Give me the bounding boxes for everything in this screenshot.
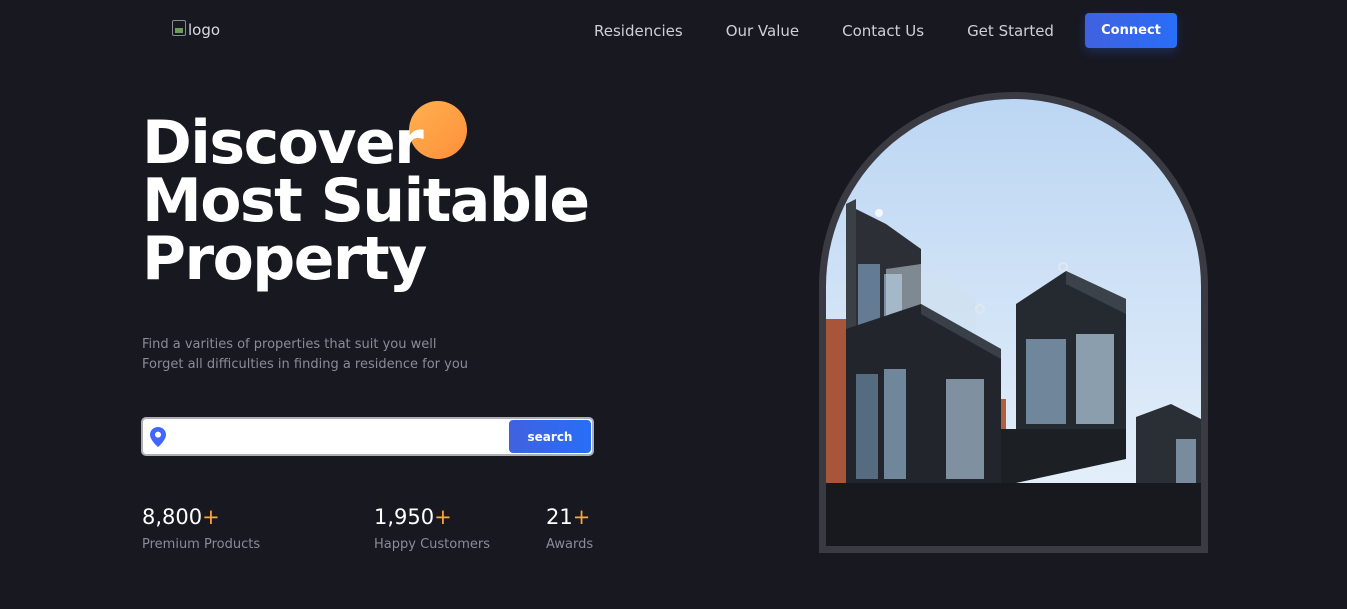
stat-awards: 21+ Awards: [546, 505, 593, 552]
hero-title-line: Most Suitable: [142, 166, 590, 236]
stat-value: 8,800: [142, 505, 203, 529]
stat-happy-customers: 1,950+ Happy Customers: [374, 505, 490, 552]
hero-title: Discover Most Suitable Property: [142, 108, 662, 294]
stat-label: Premium Products: [142, 537, 261, 552]
main-nav: Residencies Our Value Contact Us Get Sta…: [594, 13, 1097, 49]
nav-link-our-value[interactable]: Our Value: [726, 13, 799, 49]
stat-label: Awards: [546, 537, 594, 552]
building-photo: [826, 99, 1201, 546]
logo[interactable]: logo: [172, 20, 221, 39]
hero-image-frame: [819, 92, 1208, 553]
stat-label: Happy Customers: [374, 537, 490, 552]
stat-value: 1,950: [374, 505, 435, 529]
logo-alt-text: logo: [188, 21, 221, 39]
stat-plus: +: [572, 505, 591, 529]
connect-button[interactable]: Connect: [1085, 13, 1177, 48]
nav-link-residencies[interactable]: Residencies: [594, 13, 683, 49]
hero-title-line: Discover: [142, 108, 424, 178]
hero-title-line: Property: [142, 224, 427, 294]
location-pin-icon: [147, 426, 169, 448]
stat-premium-products: 8,800+ Premium Products: [142, 505, 260, 552]
broken-image-icon: [172, 20, 186, 36]
nav-link-get-started[interactable]: Get Started: [967, 13, 1054, 49]
stat-plus: +: [434, 505, 452, 529]
subtitle-line: Find a varities of properties that suit …: [142, 337, 437, 352]
search-bar: search: [141, 417, 594, 456]
stat-plus: +: [202, 505, 220, 529]
search-input[interactable]: [169, 419, 509, 454]
stat-value: 21: [546, 505, 573, 529]
hero-subtitle: Find a varities of properties that suit …: [142, 335, 468, 375]
landing-page: logo Residencies Our Value Contact Us Ge…: [0, 0, 1347, 609]
search-button[interactable]: search: [509, 420, 591, 453]
subtitle-line: Forget all difficulties in finding a res…: [142, 357, 469, 372]
nav-link-contact-us[interactable]: Contact Us: [842, 13, 924, 49]
